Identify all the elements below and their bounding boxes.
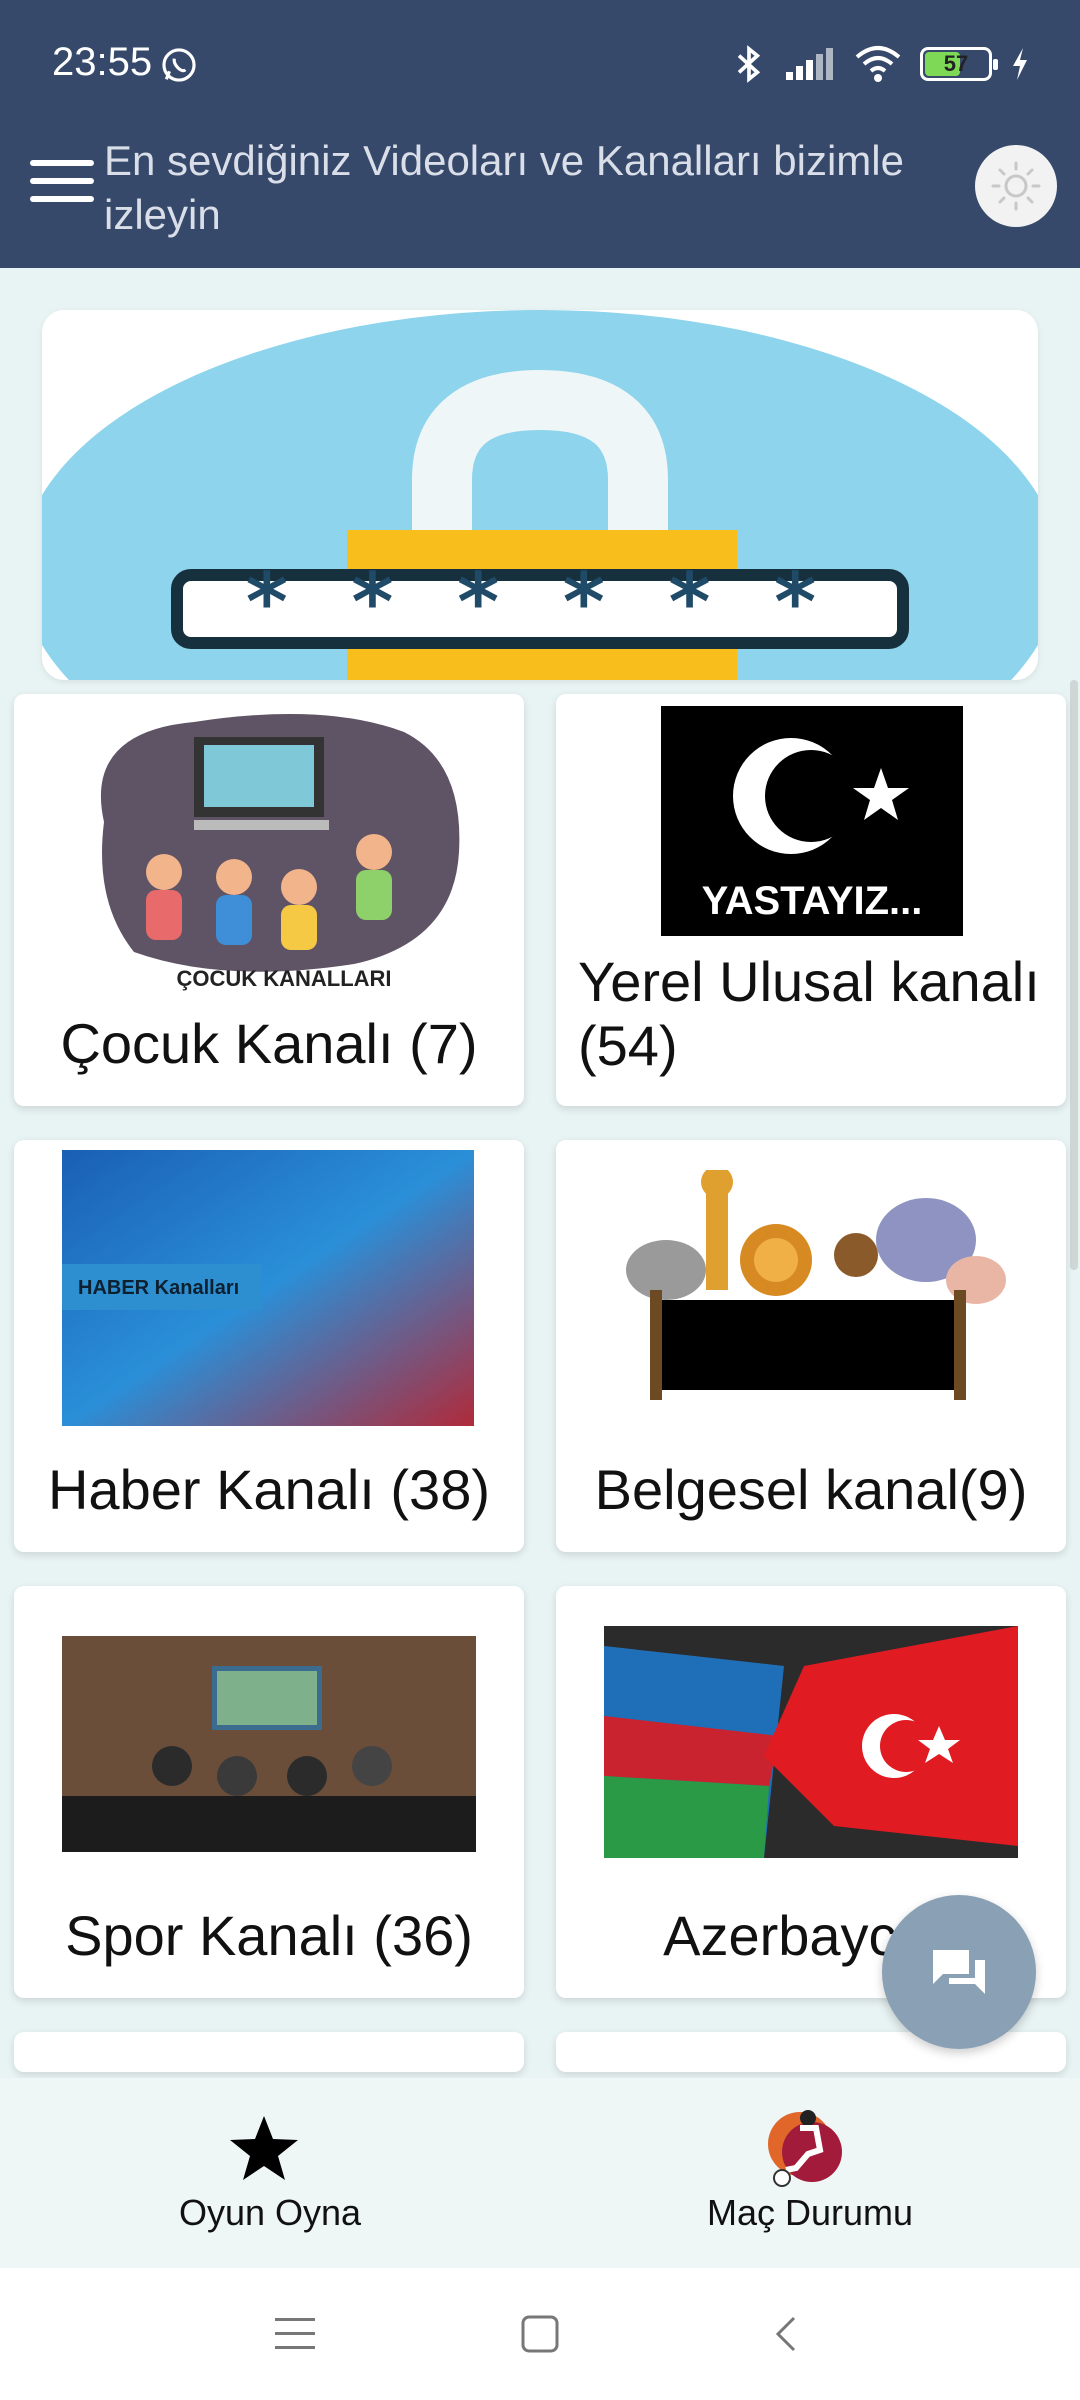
category-card-belgesel[interactable]: Belgesel kanal(9) — [556, 1140, 1066, 1552]
nav-mac-durumu[interactable]: Maç Durumu — [540, 2078, 1080, 2268]
home-icon[interactable] — [520, 2314, 560, 2354]
news-thumb-text: HABER Kanalları — [78, 1277, 239, 1299]
promo-banner[interactable]: * * * * * * — [42, 310, 1038, 680]
battery-icon: 57 — [920, 47, 998, 81]
category-card-yerel-ulusal[interactable]: YASTAYIZ... Yerel Ulusal kanalı (54) — [556, 694, 1066, 1106]
category-label: Yerel Ulusal kanalı (54) — [578, 950, 1040, 1077]
app-header: 23:55 57 En sevdiğiniz Videoları ve Kana… — [0, 0, 1080, 268]
category-label: Belgesel kanal(9) — [594, 1458, 1028, 1521]
nav-oyun-oyna[interactable]: Oyun Oyna — [0, 2078, 540, 2268]
recent-apps-icon[interactable] — [275, 2316, 315, 2352]
sports-thumbnail — [62, 1636, 476, 1852]
charging-icon — [1013, 48, 1027, 80]
wifi-icon — [855, 46, 901, 82]
category-label: Haber Kanalı (38) — [47, 1458, 490, 1521]
category-card-cocuk[interactable]: ÇOCUK KANALLARI Çocuk Kanalı (7) — [14, 694, 524, 1106]
password-lock-illustration: * * * * * * — [42, 310, 1038, 680]
yerel-thumb-text: YASTAYIZ... — [702, 879, 923, 923]
nav-label: Oyun Oyna — [178, 2192, 362, 2233]
system-navigation-bar — [0, 2268, 1080, 2400]
back-icon[interactable] — [770, 2314, 800, 2354]
kids-thumb-text: ÇOCUK KANALLARI — [176, 966, 391, 991]
password-mask: * * * * * * — [246, 556, 834, 649]
category-label: Spor Kanalı (36) — [65, 1904, 473, 1967]
kids-thumbnail: ÇOCUK KANALLARI — [100, 714, 460, 991]
category-card-partial[interactable] — [14, 2032, 524, 2072]
chat-button[interactable] — [882, 1895, 1036, 2049]
handshake-thumbnail — [604, 1626, 1018, 1858]
nav-label: Maç Durumu — [706, 2192, 914, 2233]
football-player-icon — [768, 2110, 842, 2187]
news-thumbnail: HABER Kanalları — [62, 1150, 474, 1426]
category-card-spor[interactable]: Spor Kanalı (36) — [14, 1586, 524, 1998]
star-icon — [230, 2116, 298, 2180]
signal-icon — [786, 48, 833, 80]
whatsapp-icon — [162, 48, 196, 82]
scrollbar[interactable] — [1070, 680, 1078, 1270]
flag-thumbnail: YASTAYIZ... — [661, 706, 963, 936]
category-card-haber[interactable]: HABER Kanalları Haber Kanalı (38) — [14, 1140, 524, 1552]
sun-icon — [991, 161, 1041, 211]
battery-percent: 57 — [943, 51, 969, 76]
status-icons: 57 — [732, 44, 1030, 84]
chat-icon — [933, 1950, 985, 1994]
app-title: En sevdiğiniz Videoları ve Kanalları biz… — [104, 137, 904, 238]
hamburger-icon[interactable] — [30, 160, 94, 208]
bottom-navigation: Oyun Oyna Maç Durumu — [0, 2078, 1080, 2268]
bluetooth-icon — [737, 45, 761, 83]
theme-toggle-button[interactable] — [975, 145, 1057, 227]
status-time: 23:55 — [52, 40, 153, 84]
category-label: Çocuk Kanalı (7) — [60, 1012, 478, 1075]
animals-thumbnail — [626, 1170, 1006, 1400]
